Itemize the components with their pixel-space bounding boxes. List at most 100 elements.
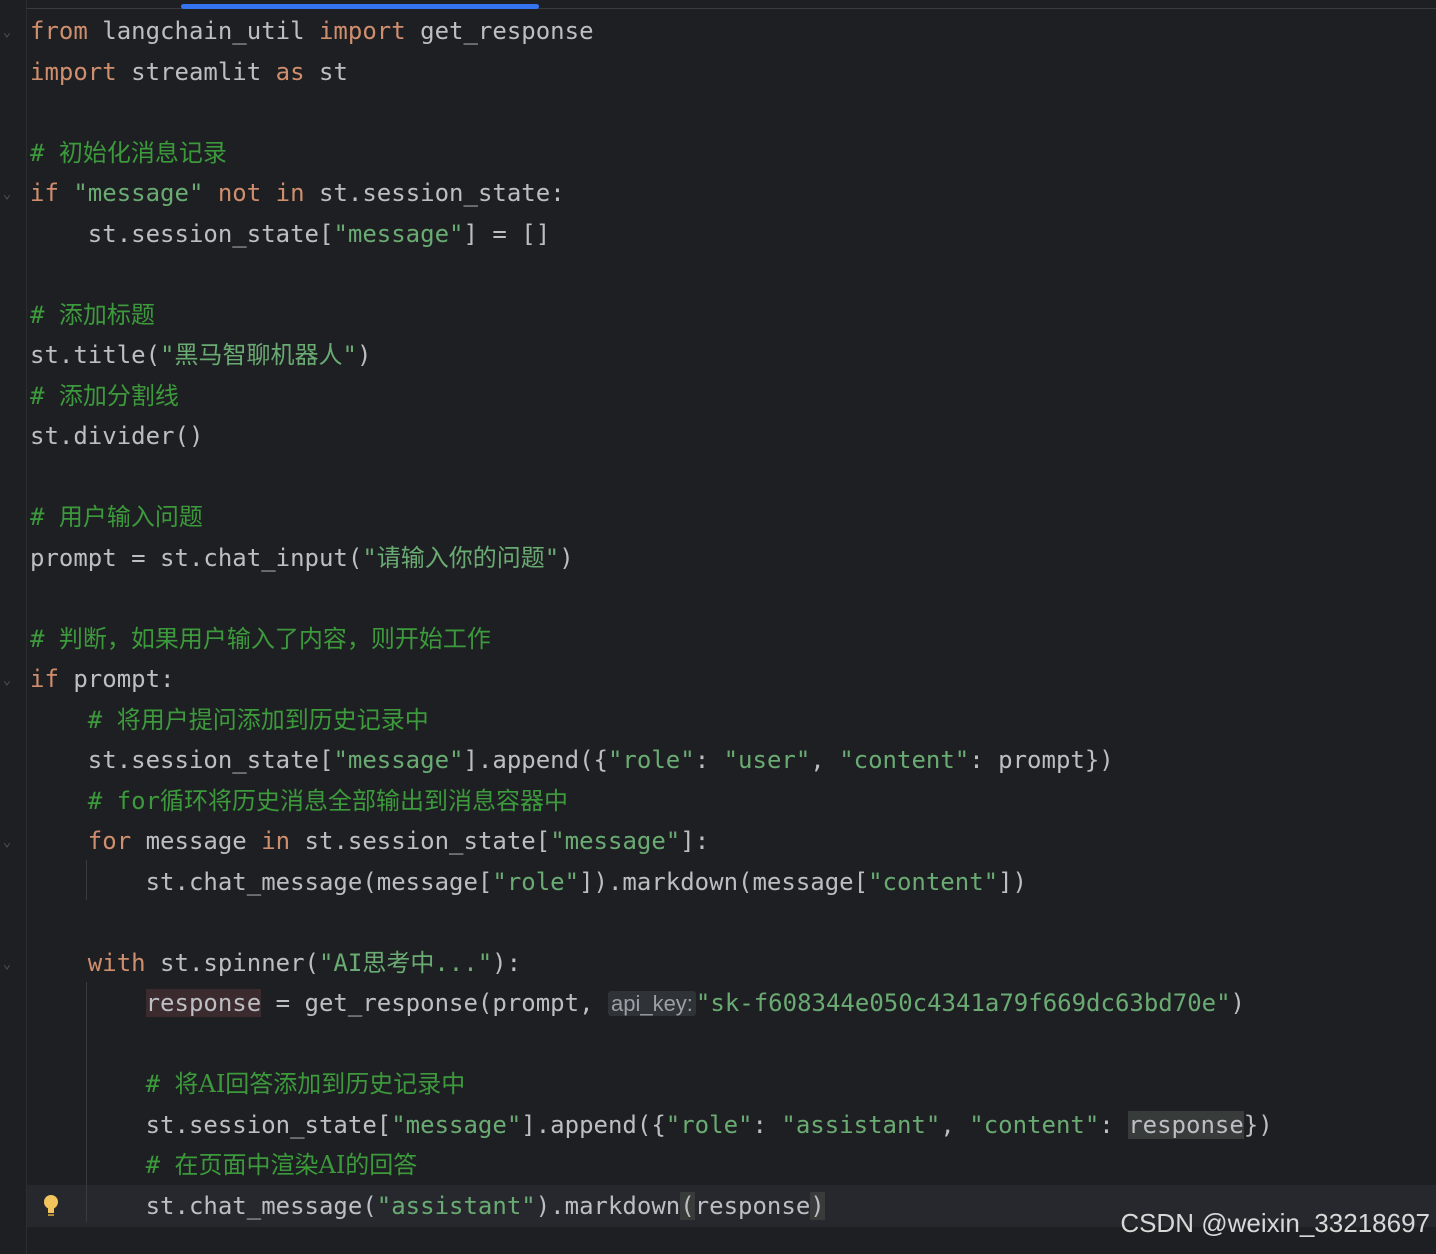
code-line[interactable]: st.session_state["message"].append({"rol…: [30, 1105, 1273, 1146]
code-editor[interactable]: ⌄ ⌄ ⌄ ⌄ ⌄ from langchain_util import get…: [0, 0, 1436, 1254]
code-line[interactable]: # 将用户提问添加到历史记录中: [30, 700, 1273, 741]
code-token: "content": [868, 867, 999, 896]
code-token: response: [694, 1191, 811, 1220]
code-token: }): [1243, 1110, 1273, 1139]
code-token: prompt = st.chat_input(: [30, 543, 363, 572]
watermark-text: CSDN @weixin_33218697: [1120, 1208, 1430, 1238]
editor-gutter[interactable]: ⌄ ⌄ ⌄ ⌄ ⌄: [0, 0, 27, 1254]
code-token: 添加分割线: [58, 381, 179, 410]
code-token: #: [30, 138, 59, 167]
code-token: st.spinner(: [145, 948, 319, 977]
code-line[interactable]: st.session_state["message"].append({"rol…: [30, 740, 1273, 781]
code-token: st.chat_message(: [145, 1191, 377, 1220]
code-line[interactable]: prompt = st.chat_input("请输入你的问题"): [30, 538, 1273, 579]
code-line[interactable]: # 在页面中渲染AI的回答: [30, 1145, 1273, 1186]
code-token: #: [87, 705, 117, 734]
code-token: st: [304, 57, 348, 86]
code-line[interactable]: st.chat_message("assistant").markdown(re…: [30, 1186, 1273, 1227]
code-token: 初始化消息记录: [58, 138, 227, 167]
code-token: "user": [723, 746, 811, 774]
code-line[interactable]: if "message" not in st.session_state:: [30, 173, 1273, 214]
code-area[interactable]: from langchain_util import get_response i…: [30, 11, 1273, 1226]
code-token: "message": [333, 219, 464, 248]
code-token: "message": [391, 1110, 522, 1139]
code-token: #: [30, 300, 59, 329]
code-token: ]:: [680, 827, 710, 855]
code-token: 将AI回答添加到历史记录中: [174, 1070, 466, 1098]
fold-chevron-icon[interactable]: ⌄: [0, 25, 14, 39]
code-token: : prompt}): [969, 746, 1114, 774]
code-token: 判断，如果用户输入了内容，则开始工作: [58, 624, 491, 653]
code-token: ] = []: [463, 219, 551, 248]
code-line[interactable]: [30, 457, 1273, 498]
code-token: "role": [665, 1110, 753, 1139]
code-line[interactable]: [30, 578, 1273, 619]
code-token: "content": [839, 746, 970, 774]
code-line[interactable]: # 添加分割线: [30, 376, 1273, 417]
code-token: ,: [940, 1110, 970, 1139]
code-token: # for: [87, 786, 161, 815]
code-token: = get_response(prompt,: [261, 989, 608, 1017]
code-token: response: [145, 989, 262, 1017]
code-token: 黑马智聊机器人: [174, 341, 343, 369]
code-token: :: [752, 1110, 782, 1139]
code-token: #: [145, 1070, 175, 1098]
code-token: "role": [492, 867, 580, 896]
code-line[interactable]: st.title("黑马智聊机器人"): [30, 335, 1273, 376]
code-token: ...": [434, 948, 493, 977]
code-line[interactable]: [30, 254, 1273, 295]
code-token: :: [1099, 1110, 1129, 1139]
fold-chevron-icon[interactable]: ⌄: [0, 957, 14, 971]
code-token: ": [544, 543, 560, 572]
code-line[interactable]: [30, 902, 1273, 943]
code-line[interactable]: st.chat_message(message["role"]).markdow…: [30, 862, 1273, 903]
code-line[interactable]: for message in st.session_state["message…: [30, 821, 1273, 862]
code-token: st.session_state:: [304, 179, 565, 207]
code-line[interactable]: # 将AI回答添加到历史记录中: [30, 1064, 1273, 1105]
code-token: st.session_state[: [87, 219, 334, 248]
lightbulb-icon[interactable]: [40, 1193, 62, 1219]
code-line[interactable]: from langchain_util import get_response: [30, 11, 1273, 52]
code-token: 添加标题: [58, 300, 155, 329]
code-line[interactable]: response = get_response(prompt, api_key:…: [30, 983, 1273, 1024]
code-line[interactable]: st.divider(): [30, 416, 1273, 457]
code-token: "assistant": [376, 1191, 536, 1220]
code-line[interactable]: # 添加标题: [30, 295, 1273, 336]
code-line[interactable]: import streamlit as st: [30, 52, 1273, 93]
horizontal-scroll-thumb[interactable]: [181, 4, 539, 9]
code-token: ): [810, 1191, 825, 1220]
code-token: ): [356, 341, 372, 369]
fold-chevron-icon[interactable]: ⌄: [0, 673, 14, 687]
code-token: st.session_state[: [87, 746, 334, 774]
fold-chevron-icon[interactable]: ⌄: [0, 187, 14, 201]
code-line[interactable]: with st.spinner("AI思考中..."):: [30, 943, 1273, 984]
code-token: 思考中: [362, 948, 435, 977]
code-token: :: [694, 746, 724, 774]
fold-chevron-icon[interactable]: ⌄: [0, 835, 14, 849]
code-line[interactable]: # 初始化消息记录: [30, 133, 1273, 174]
code-line[interactable]: # for循环将历史消息全部输出到消息容器中: [30, 781, 1273, 822]
code-line[interactable]: # 用户输入问题: [30, 497, 1273, 538]
code-token: 在页面中渲染AI的回答: [174, 1151, 418, 1179]
code-token: streamlit: [116, 57, 276, 86]
code-line[interactable]: # 判断，如果用户输入了内容，则开始工作: [30, 619, 1273, 660]
code-token: ": [160, 341, 175, 369]
code-line[interactable]: if prompt:: [30, 659, 1273, 700]
code-token: #: [30, 381, 59, 410]
code-token: not in: [217, 179, 305, 207]
code-token: "message": [73, 179, 204, 207]
code-token: ].append({: [521, 1110, 666, 1139]
code-line[interactable]: [30, 92, 1273, 133]
code-token: "AI: [318, 948, 363, 977]
code-token: st.divider(): [30, 422, 204, 450]
code-line[interactable]: [30, 1024, 1273, 1065]
code-line[interactable]: st.session_state["message"] = []: [30, 214, 1273, 255]
